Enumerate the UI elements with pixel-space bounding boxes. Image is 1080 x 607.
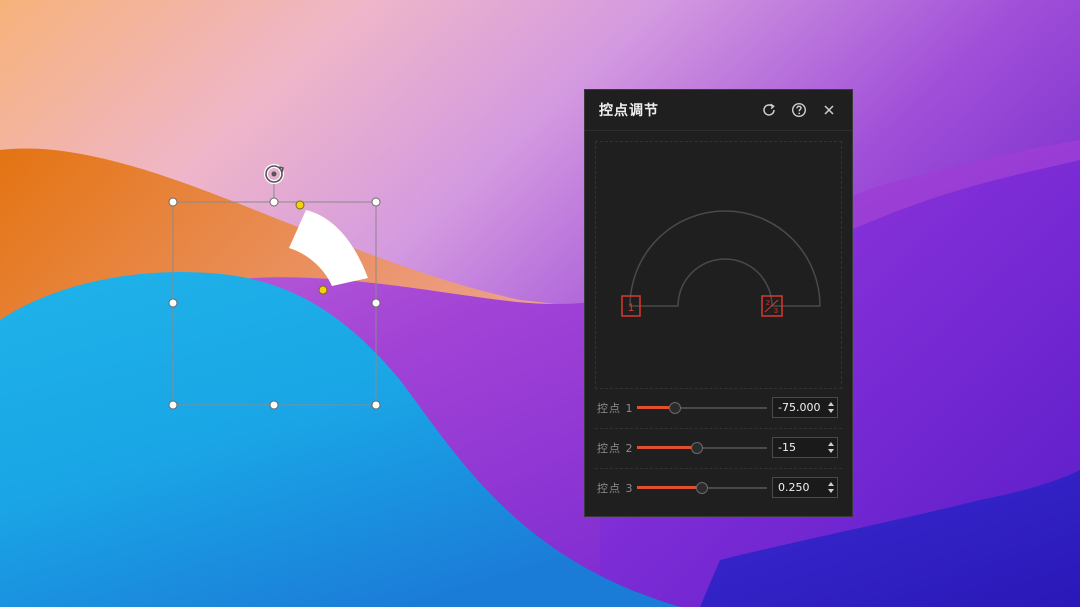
marker-3-label: 3 [774,308,778,315]
panel-title: 控点调节 [599,103,659,119]
control-3-value-input[interactable] [773,479,824,496]
control-2-increment-icon[interactable] [827,442,834,446]
control-row-3: 控点 3 [595,468,842,506]
control-point-panel: 控点调节 1 2 3 控点 1 -75.000 控点 2 -15 控点 3 0.… [584,89,853,517]
control-2-spin-arrows[interactable] [824,438,837,457]
control-2-decrement-icon[interactable] [827,449,834,453]
desktop-wallpaper [0,0,1080,607]
control-3-decrement-icon[interactable] [827,489,834,493]
control-2-spinbox[interactable] [772,437,838,458]
control-3-label: 控点 3 [597,481,634,495]
marker-2-label: 2 [766,300,770,307]
help-icon[interactable] [786,97,812,123]
control-row-2: 控点 2 [595,428,842,466]
control-1-slider-thumb[interactable] [668,401,681,414]
resize-handle-top[interactable] [269,197,279,207]
resize-handle-bottom-right[interactable] [371,400,381,410]
control-1-spin-arrows[interactable] [824,398,837,417]
adjust-handle-2[interactable] [318,285,328,295]
close-icon[interactable] [816,97,842,123]
control-1-spinbox[interactable] [772,397,838,418]
resize-handle-right[interactable] [371,298,381,308]
control-3-increment-icon[interactable] [827,482,834,486]
preview-arc-outline [629,210,821,307]
control-2-label: 控点 2 [597,441,634,455]
control-2-slider[interactable] [637,441,767,455]
control-1-label: 控点 1 [597,401,634,415]
adjust-handle-1[interactable] [295,200,305,210]
control-1-increment-icon[interactable] [827,402,834,406]
control-1-value-input[interactable] [773,399,824,416]
control-2-value-input[interactable] [773,439,824,456]
resize-handle-bottom-left[interactable] [168,400,178,410]
resize-handle-left[interactable] [168,298,178,308]
control-3-spinbox[interactable] [772,477,838,498]
marker-1-label: 1 [628,302,634,314]
control-row-1: 控点 1 [595,388,842,426]
control-2-slider-thumb[interactable] [690,441,703,454]
control-1-decrement-icon[interactable] [827,409,834,413]
resize-handle-top-right[interactable] [371,197,381,207]
panel-header: 控点调节 [585,90,852,131]
control-2-slider-fill [637,445,697,449]
resize-handle-bottom[interactable] [269,400,279,410]
shape-preview: 1 2 3 [595,141,842,389]
control-3-spin-arrows[interactable] [824,478,837,497]
control-3-slider[interactable] [637,481,767,495]
control-3-slider-thumb[interactable] [696,481,708,494]
refresh-icon[interactable] [756,97,782,123]
control-3-slider-fill [637,485,702,489]
control-1-slider[interactable] [637,401,767,415]
resize-handle-top-left[interactable] [168,197,178,207]
